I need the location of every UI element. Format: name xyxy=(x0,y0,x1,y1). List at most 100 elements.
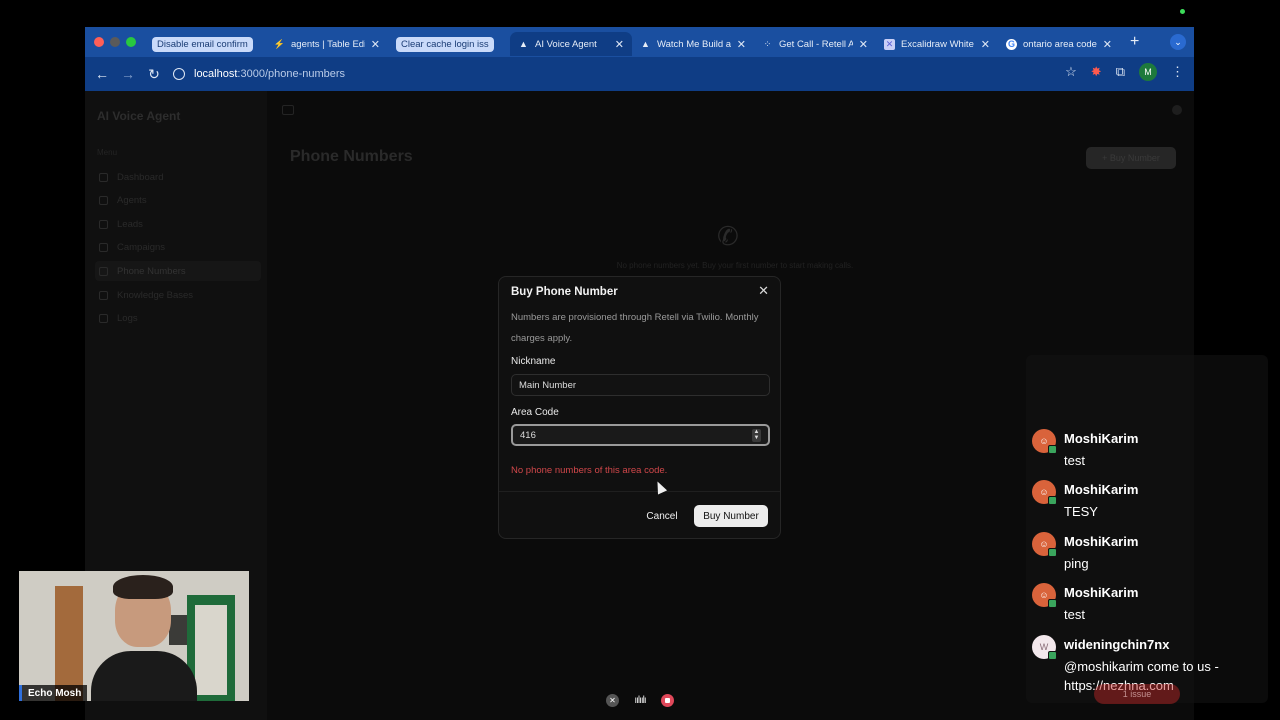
tab-get-call-retell[interactable]: ⁘ Get Call - Retell A ✕ xyxy=(754,32,876,56)
stop-recording-icon[interactable] xyxy=(661,693,674,707)
screen: Disable email confirm ⚡ agents | Table E… xyxy=(0,0,1280,720)
close-icon[interactable]: ✕ xyxy=(758,283,769,299)
url-host: localhost xyxy=(194,68,238,80)
tab-title: Excalidraw White xyxy=(901,38,974,50)
webcam-name-label: Echo Mosh xyxy=(19,685,88,701)
issues-badge[interactable]: 1 issue xyxy=(1094,684,1180,704)
tab-title: Clear cache login iss xyxy=(396,36,494,52)
maximize-window-icon[interactable] xyxy=(126,37,136,47)
tab-search-icon[interactable]: ⌄ xyxy=(1170,34,1186,50)
webcam-feed: Echo Mosh xyxy=(19,571,249,701)
badge-icon xyxy=(1048,651,1057,660)
sidebar-item-label: Campaigns xyxy=(117,241,166,253)
recording-controls: ✕ ıılıılı xyxy=(604,690,676,710)
site-info-icon[interactable] xyxy=(173,68,185,80)
webcam-picture xyxy=(169,615,187,645)
dashboard-icon xyxy=(99,172,108,182)
minimize-window-icon[interactable] xyxy=(110,37,120,47)
sidebar-title: AI Voice Agent xyxy=(97,109,181,123)
close-icon[interactable]: ✕ xyxy=(1103,38,1112,51)
forward-icon[interactable]: → xyxy=(115,66,141,82)
user-avatar: ☺ xyxy=(1032,480,1057,505)
phone-icon: ✆ xyxy=(717,221,739,251)
cancel-button[interactable]: Cancel xyxy=(639,505,685,527)
camera-indicator-icon xyxy=(1180,9,1185,14)
sidebar-toggle-icon[interactable] xyxy=(282,105,294,115)
sidebar-item-label: Logs xyxy=(117,312,138,324)
chat-username: MoshiKarim xyxy=(1064,482,1139,497)
google-icon: G xyxy=(1006,38,1017,50)
dialog-title: Buy Phone Number xyxy=(511,286,618,298)
window-controls xyxy=(94,37,136,47)
tab-disable-email[interactable]: Disable email confirm xyxy=(144,32,266,56)
page-title: Phone Numbers xyxy=(290,148,413,165)
browser-menu-icon[interactable]: ⋮ xyxy=(1171,64,1184,80)
close-window-icon[interactable] xyxy=(94,37,104,47)
logs-icon xyxy=(99,313,108,323)
tab-ai-voice-agent[interactable]: ▲ AI Voice Agent ✕ xyxy=(510,32,632,56)
user-avatar: ☺ xyxy=(1032,583,1057,608)
extension-icon[interactable]: ✸ xyxy=(1091,64,1102,80)
browser-toolbar: ← → ↻ localhost:3000/phone-numbers ☆ ✸ ⧉… xyxy=(85,57,1194,91)
tab-excalidraw[interactable]: ✕ Excalidraw White ✕ xyxy=(876,32,998,56)
sidebar-item-campaigns[interactable]: Campaigns xyxy=(95,237,261,257)
buy-number-button[interactable]: + Buy Number xyxy=(1086,147,1176,169)
area-code-input[interactable]: 416 ▲ ▼ xyxy=(511,424,770,446)
buy-number-submit-button[interactable]: Buy Number xyxy=(694,505,768,527)
chat-username: wideningchin7nx xyxy=(1064,637,1170,652)
close-icon[interactable]: ✕ xyxy=(615,38,624,51)
sidebar-item-label: Knowledge Bases xyxy=(117,289,194,301)
new-tab-icon[interactable]: + xyxy=(1130,33,1139,51)
tab-title: ontario area code xyxy=(1023,38,1097,50)
extensions-puzzle-icon[interactable]: ⧉ xyxy=(1116,64,1125,80)
dialog-divider xyxy=(499,491,780,492)
bookmark-star-icon[interactable]: ☆ xyxy=(1065,64,1077,80)
user-avatar: ☺ xyxy=(1032,429,1057,454)
back-icon[interactable]: ← xyxy=(89,66,115,82)
chat-text: TESY xyxy=(1064,504,1098,519)
profile-avatar[interactable]: M xyxy=(1139,63,1157,81)
error-message: No phone numbers of this area code. xyxy=(511,465,668,476)
loading-icon: ⁘ xyxy=(763,38,772,49)
badge-icon xyxy=(1048,599,1057,608)
sidebar-item-phone-numbers[interactable]: Phone Numbers xyxy=(95,261,261,281)
nickname-input[interactable]: Main Number xyxy=(511,374,770,396)
chat-username: MoshiKarim xyxy=(1064,431,1139,446)
sidebar-item-leads[interactable]: Leads xyxy=(95,214,261,234)
tab-title: AI Voice Agent xyxy=(535,38,597,50)
webcam-person-hair xyxy=(113,575,173,599)
sidebar-item-label: Agents xyxy=(117,194,147,206)
close-icon[interactable]: ✕ xyxy=(859,38,868,51)
sidebar-item-knowledge-bases[interactable]: Knowledge Bases xyxy=(95,285,261,305)
close-icon[interactable]: ✕ xyxy=(371,38,380,51)
webcam-doorway xyxy=(195,605,227,695)
leads-icon xyxy=(99,219,108,229)
reload-icon[interactable]: ↻ xyxy=(141,66,167,83)
dialog-description: Numbers are provisioned through Retell v… xyxy=(511,312,759,344)
chat-text: test xyxy=(1064,607,1085,622)
user-menu-icon[interactable] xyxy=(1172,105,1182,115)
sidebar-item-dashboard[interactable]: Dashboard xyxy=(95,167,261,187)
webcam-door xyxy=(55,586,83,701)
close-icon[interactable]: ✕ xyxy=(737,38,746,51)
tab-clear-cache[interactable]: Clear cache login iss xyxy=(388,32,510,56)
toolbar-actions: ☆ ✸ ⧉ M ⋮ xyxy=(1065,63,1184,81)
tab-watch-me-build[interactable]: ▲ Watch Me Build a ✕ xyxy=(632,32,754,56)
address-bar[interactable]: localhost:3000/phone-numbers xyxy=(173,62,1053,86)
sidebar-item-logs[interactable]: Logs xyxy=(95,308,261,328)
sidebar-item-label: Phone Numbers xyxy=(117,265,186,277)
empty-state-text: No phone numbers yet. Buy your first num… xyxy=(616,261,854,270)
tab-title: Get Call - Retell A xyxy=(779,38,853,50)
number-stepper-icon[interactable]: ▲ ▼ xyxy=(752,429,761,442)
sidebar-item-agents[interactable]: Agents xyxy=(95,190,261,210)
tab-agents-table[interactable]: ⚡ agents | Table Editor ✕ xyxy=(266,32,388,56)
nickname-value: Main Number xyxy=(519,379,577,391)
close-icon[interactable]: ✕ xyxy=(981,38,990,51)
cancel-recording-icon[interactable]: ✕ xyxy=(606,693,619,707)
badge-icon xyxy=(1048,548,1057,557)
url-path: :3000/phone-numbers xyxy=(237,68,346,80)
badge-icon xyxy=(1048,496,1057,505)
tab-ontario-area-code[interactable]: G ontario area code ✕ xyxy=(998,32,1120,56)
sidebar-item-label: Dashboard xyxy=(117,171,164,183)
supabase-icon: ⚡ xyxy=(273,38,286,49)
